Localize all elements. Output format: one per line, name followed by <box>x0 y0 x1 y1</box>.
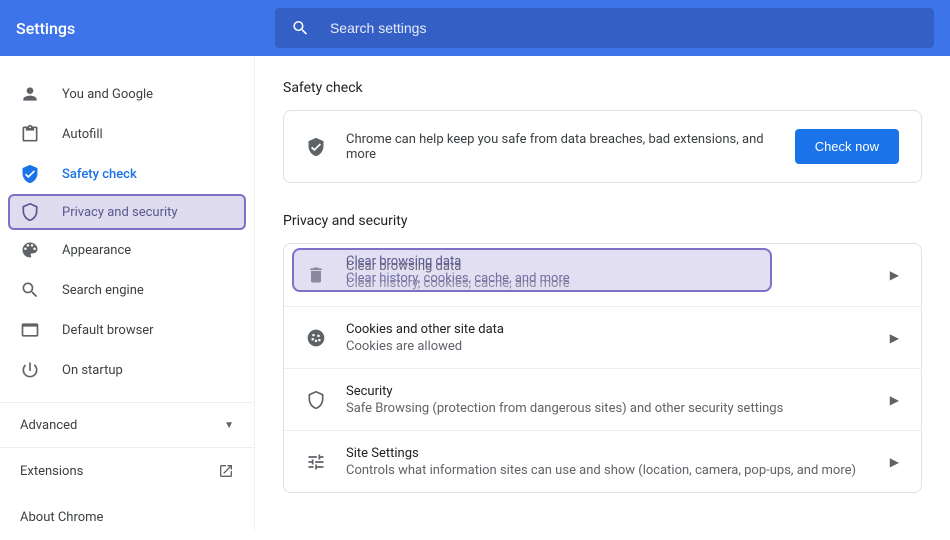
row-subtitle: Clear history, cookies, cache, and more <box>346 276 870 291</box>
row-cookies[interactable]: Cookies and other site data Cookies are … <box>284 306 921 368</box>
sidebar-item-safety-check[interactable]: Safety check <box>0 154 254 194</box>
row-subtitle: Safe Browsing (protection from dangerous… <box>346 401 870 416</box>
chevron-right-icon: ▶ <box>890 268 899 282</box>
privacy-heading: Privacy and security <box>283 213 922 229</box>
shield-check-icon <box>20 164 40 184</box>
check-now-button[interactable]: Check now <box>795 129 899 164</box>
sidebar-item-default-browser[interactable]: Default browser <box>0 310 254 350</box>
row-title: Security <box>346 384 870 399</box>
chevron-right-icon: ▶ <box>890 455 899 469</box>
row-subtitle: Controls what information sites can use … <box>346 463 870 478</box>
tune-icon <box>306 452 326 472</box>
sidebar-extensions-label: Extensions <box>20 464 83 479</box>
sidebar: You and Google Autofill Safety check Pri… <box>0 56 255 530</box>
sidebar-item-privacy-security[interactable]: Privacy and security <box>8 194 246 230</box>
sidebar-item-you-and-google[interactable]: You and Google <box>0 74 254 114</box>
sidebar-extensions[interactable]: Extensions <box>0 448 254 494</box>
chevron-right-icon: ▶ <box>890 331 899 345</box>
sidebar-item-label: Autofill <box>62 127 103 142</box>
row-title: Cookies and other site data <box>346 322 870 337</box>
search-icon <box>20 280 40 300</box>
chevron-down-icon: ▼ <box>224 420 234 431</box>
sidebar-item-appearance[interactable]: Appearance <box>0 230 254 270</box>
person-icon <box>20 84 40 104</box>
sidebar-about-label: About Chrome <box>20 510 103 525</box>
safety-card: Chrome can help keep you safe from data … <box>283 110 922 183</box>
trash-icon <box>306 265 326 285</box>
safety-heading: Safety check <box>283 80 922 96</box>
page-title: Settings <box>16 19 75 38</box>
main-content: Safety check Chrome can help keep you sa… <box>255 56 950 530</box>
sidebar-item-on-startup[interactable]: On startup <box>0 350 254 390</box>
search-input[interactable] <box>330 20 918 36</box>
sidebar-item-label: Search engine <box>62 283 144 298</box>
sidebar-item-label: You and Google <box>62 87 153 102</box>
sidebar-item-label: Privacy and security <box>62 205 178 220</box>
search-icon <box>291 18 310 38</box>
palette-icon <box>20 240 40 260</box>
row-site-settings[interactable]: Site Settings Controls what information … <box>284 430 921 492</box>
sidebar-advanced[interactable]: Advanced ▼ <box>0 402 254 448</box>
sidebar-item-autofill[interactable]: Autofill <box>0 114 254 154</box>
search-box[interactable] <box>275 8 934 48</box>
sidebar-advanced-label: Advanced <box>20 418 77 433</box>
privacy-card: Clear browsing data Clear history, cooki… <box>283 243 922 493</box>
sidebar-item-label: Safety check <box>62 167 137 182</box>
clipboard-icon <box>20 124 40 144</box>
row-clear-browsing-data[interactable]: Clear browsing data Clear history, cooki… <box>284 244 921 306</box>
row-title: Clear browsing data <box>346 259 870 274</box>
sidebar-about[interactable]: About Chrome <box>0 494 254 540</box>
shield-icon <box>20 202 40 222</box>
row-title: Site Settings <box>346 446 870 461</box>
cookie-icon <box>306 328 326 348</box>
shield-icon <box>306 390 326 410</box>
shield-icon <box>306 137 326 157</box>
header: Settings <box>0 0 950 56</box>
sidebar-item-label: Appearance <box>62 243 131 258</box>
browser-icon <box>20 320 40 340</box>
power-icon <box>20 360 40 380</box>
row-security[interactable]: Security Safe Browsing (protection from … <box>284 368 921 430</box>
row-subtitle: Cookies are allowed <box>346 339 870 354</box>
safety-text: Chrome can help keep you safe from data … <box>346 132 775 162</box>
sidebar-item-label: Default browser <box>62 323 154 338</box>
open-in-new-icon <box>218 463 234 479</box>
sidebar-item-search-engine[interactable]: Search engine <box>0 270 254 310</box>
chevron-right-icon: ▶ <box>890 393 899 407</box>
sidebar-item-label: On startup <box>62 363 123 378</box>
